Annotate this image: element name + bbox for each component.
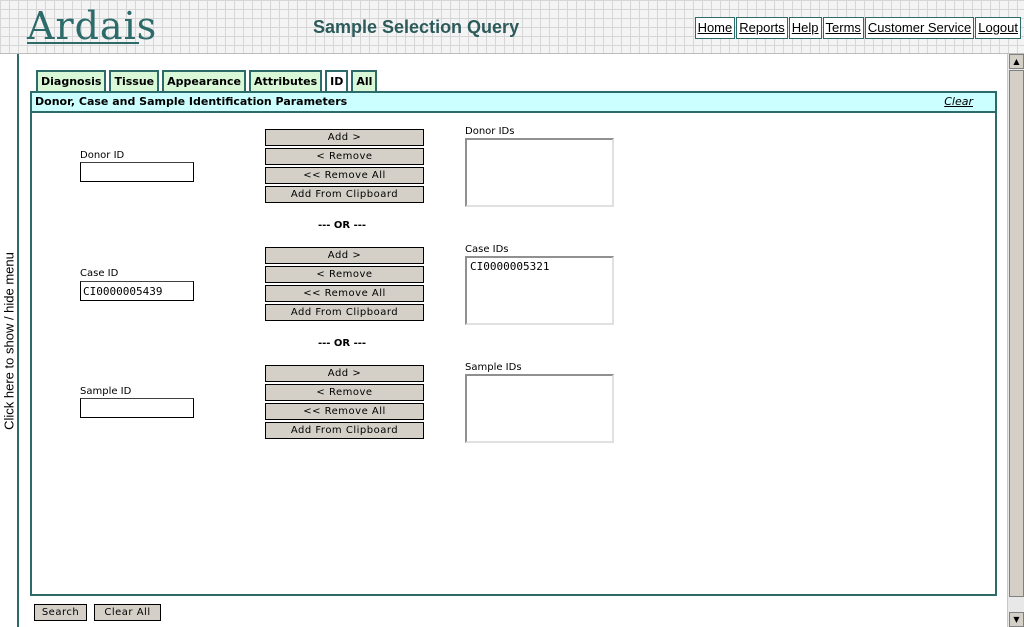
tab-tissue[interactable]: Tissue — [109, 70, 160, 91]
scroll-up-icon[interactable]: ▲ — [1009, 54, 1024, 69]
donor-id-label: Donor ID — [80, 150, 125, 161]
donor-ids-label: Donor IDs — [465, 126, 515, 137]
or-separator-2: --- OR --- — [318, 338, 367, 349]
case-add-clipboard-button[interactable]: Add From Clipboard — [265, 304, 424, 321]
side-menu-toggle[interactable]: Click here to show / hide menu — [0, 54, 19, 627]
logo-underline — [27, 42, 139, 44]
case-id-input[interactable] — [80, 281, 194, 301]
search-button[interactable]: Search — [34, 604, 87, 621]
clear-link[interactable]: Clear — [944, 93, 973, 111]
case-id-label: Case ID — [80, 268, 119, 279]
header: Ardais Sample Selection Query Home Repor… — [0, 0, 1024, 54]
case-add-button[interactable]: Add > — [265, 247, 424, 264]
sample-id-label: Sample ID — [80, 386, 132, 397]
nav-reports-link[interactable]: Reports — [736, 17, 788, 39]
nav-help-link[interactable]: Help — [788, 17, 822, 39]
sample-remove-all-button[interactable]: << Remove All — [265, 403, 424, 420]
page-title: Sample Selection Query — [313, 17, 520, 37]
sample-ids-label: Sample IDs — [465, 362, 522, 373]
tab-attributes[interactable]: Attributes — [248, 70, 323, 91]
sample-add-button[interactable]: Add > — [265, 365, 424, 382]
tab-bar: Diagnosis Tissue Appearance Attributes I… — [36, 70, 380, 93]
donor-ids-list[interactable] — [465, 138, 614, 207]
case-remove-button[interactable]: < Remove — [265, 266, 424, 283]
side-menu-toggle-label: Click here to show / hide menu — [1, 251, 16, 430]
scroll-down-icon[interactable]: ▼ — [1009, 612, 1024, 627]
donor-add-clipboard-button[interactable]: Add From Clipboard — [265, 186, 424, 203]
top-nav: Home Reports Help Terms Customer Service… — [694, 17, 1021, 39]
donor-add-button[interactable]: Add > — [265, 129, 424, 146]
donor-remove-button[interactable]: < Remove — [265, 148, 424, 165]
clear-all-button[interactable]: Clear All — [94, 604, 161, 621]
list-item[interactable]: CI0000005321 — [470, 260, 609, 273]
nav-home-link[interactable]: Home — [694, 17, 736, 39]
tab-all[interactable]: All — [351, 70, 378, 91]
donor-remove-all-button[interactable]: << Remove All — [265, 167, 424, 184]
case-remove-all-button[interactable]: << Remove All — [265, 285, 424, 302]
tab-id[interactable]: ID — [325, 70, 349, 93]
scroll-thumb[interactable] — [1009, 70, 1024, 597]
sample-ids-list[interactable] — [465, 374, 614, 443]
nav-customer-service-link[interactable]: Customer Service — [864, 17, 975, 39]
panel-title: Donor, Case and Sample Identification Pa… — [35, 95, 348, 108]
sample-id-input[interactable] — [80, 398, 194, 418]
sample-add-clipboard-button[interactable]: Add From Clipboard — [265, 422, 424, 439]
case-ids-list[interactable]: CI0000005321 — [465, 256, 614, 325]
nav-terms-link[interactable]: Terms — [822, 17, 864, 39]
vertical-scrollbar[interactable]: ▲ ▼ — [1007, 54, 1024, 627]
nav-logout-link[interactable]: Logout — [975, 17, 1021, 39]
or-separator-1: --- OR --- — [318, 220, 367, 231]
donor-id-input[interactable] — [80, 162, 194, 182]
tab-appearance[interactable]: Appearance — [162, 70, 246, 91]
tab-diagnosis[interactable]: Diagnosis — [36, 70, 107, 91]
case-ids-label: Case IDs — [465, 244, 509, 255]
panel-header: Donor, Case and Sample Identification Pa… — [32, 93, 995, 113]
sample-remove-button[interactable]: < Remove — [265, 384, 424, 401]
